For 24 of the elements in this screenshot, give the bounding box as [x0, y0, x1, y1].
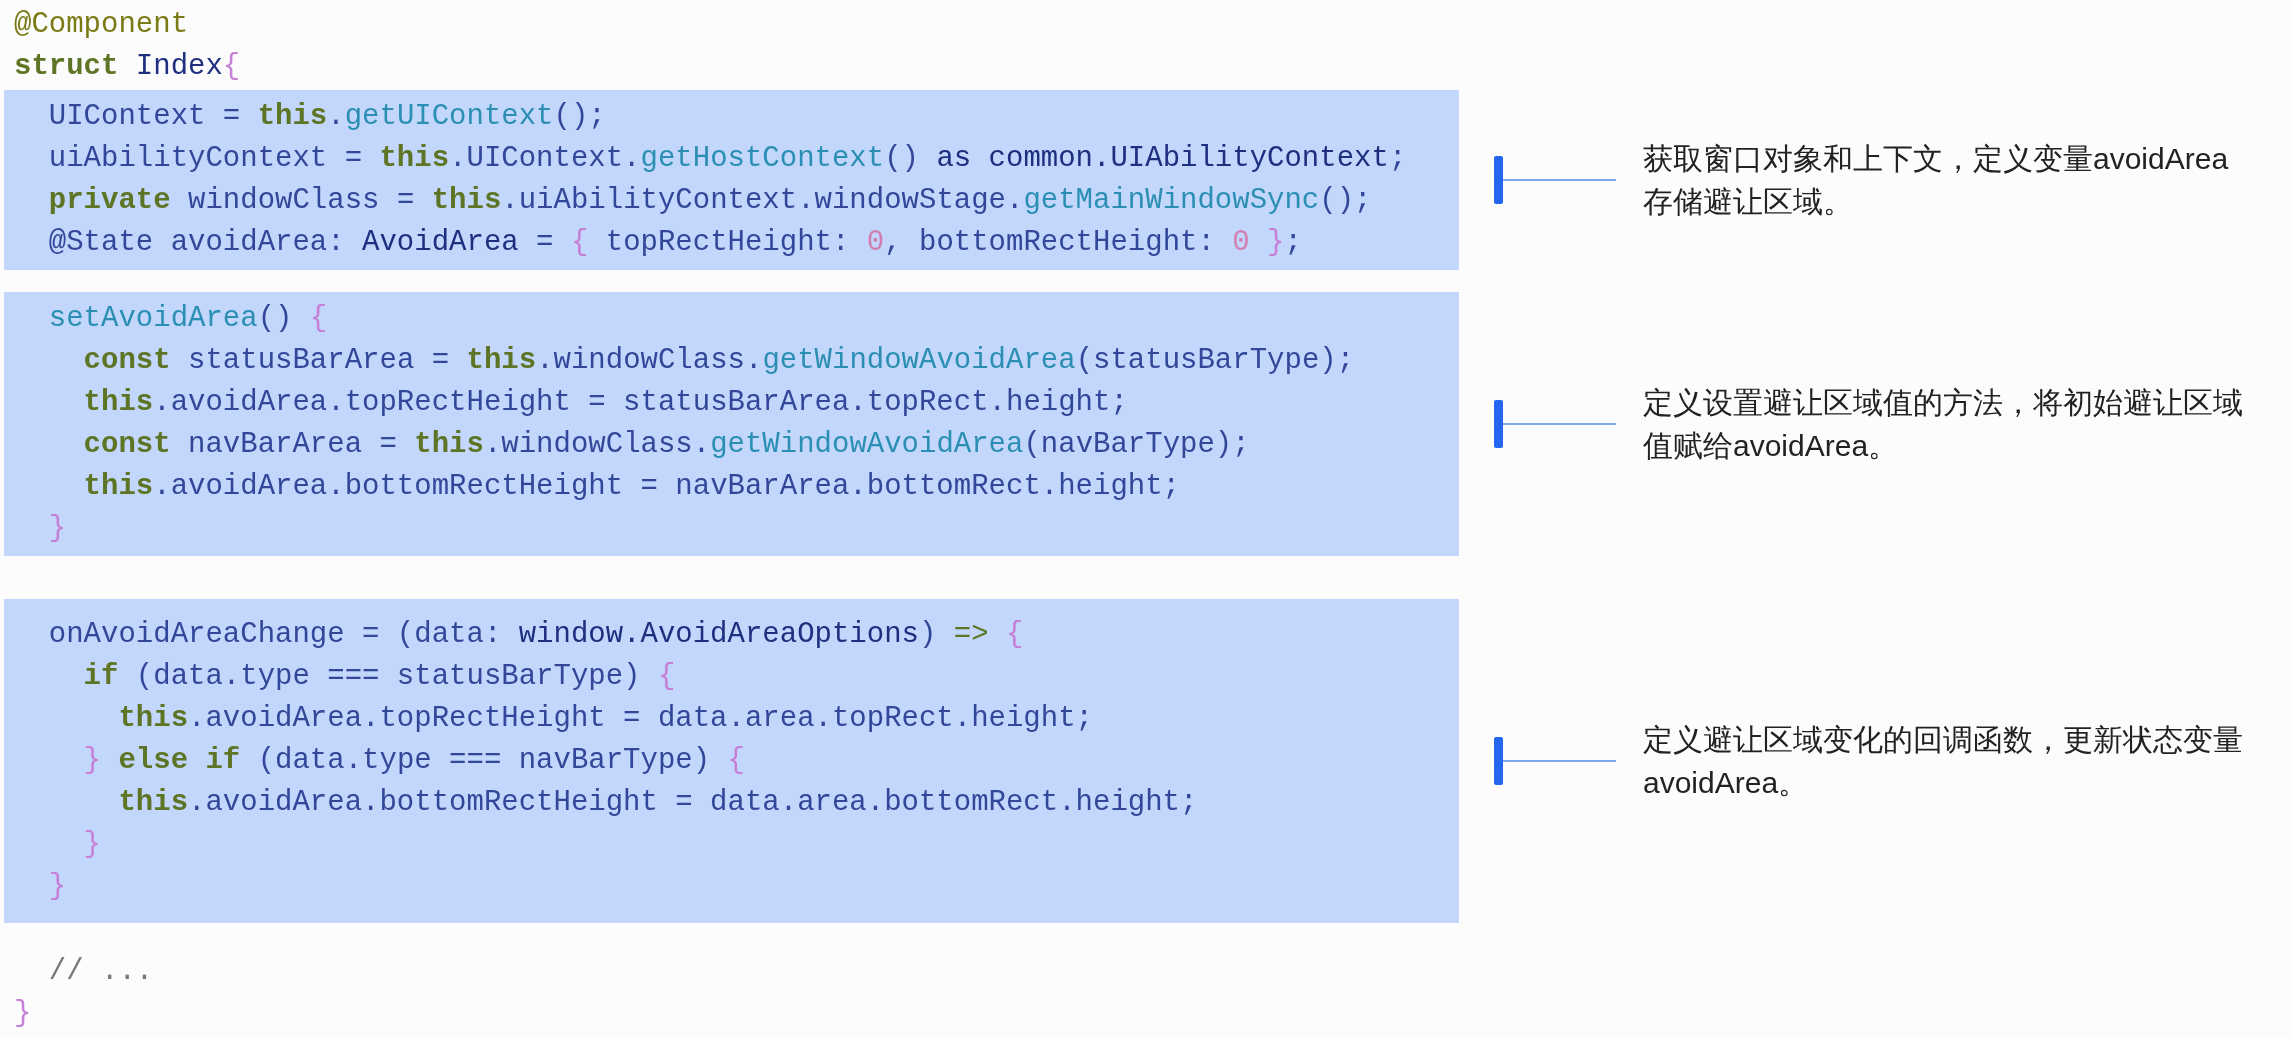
- code-line: }: [47, 511, 67, 547]
- code-line: }: [14, 996, 32, 1032]
- code-line: this.avoidArea.bottomRectHeight = data.area.bottomRect.height;: [117, 785, 1198, 821]
- code-line: } else if (data.type === navBarType) {: [82, 743, 745, 779]
- code-line: this.avoidArea.topRectHeight = data.area.topRect.height;: [117, 701, 1093, 737]
- code-line: private windowClass = this.uiAbilityContext.windowStage.getMainWindowSync();: [47, 183, 1372, 219]
- code-line: if (data.type === statusBarType) {: [82, 659, 676, 695]
- code-line: const statusBarArea = this.windowClass.getWindowAvoidArea(statusBarType);: [82, 343, 1355, 379]
- code-line: }: [47, 869, 67, 905]
- annotation-text: 定义避让区域变化的回调函数，更新状态变量avoidArea。: [1643, 722, 2244, 801]
- code-line: uiAbilityContext = this.UIContext.getHostContext() as common.UIAbilityContext;: [47, 141, 1407, 177]
- code-line: this.avoidArea.topRectHeight = statusBarArea.topRect.height;: [82, 385, 1128, 421]
- code-line: UIContext = this.getUIContext();: [47, 99, 606, 135]
- code-line: setAvoidArea() {: [47, 301, 328, 337]
- code-line: }: [82, 827, 101, 863]
- code-line: @Component: [14, 7, 189, 43]
- code-line: const navBarArea = this.windowClass.getWindowAvoidArea(navBarType);: [82, 427, 1250, 463]
- annotation-text: 定义设置避让区域值的方法，将初始避让区域值赋给avoidArea。: [1643, 385, 2244, 464]
- code-line: // ...: [47, 954, 154, 990]
- annotation-text: 获取窗口对象和上下文，定义变量avoidArea存储避让区域。: [1643, 141, 2230, 220]
- code-line: @State avoidArea: AvoidArea = { topRectHeight: 0, bottomRectHeight: 0 };: [47, 225, 1302, 261]
- code-line: this.avoidArea.bottomRectHeight = navBarArea.bottomRect.height;: [82, 469, 1180, 505]
- code-line: struct Index{: [14, 49, 241, 85]
- code-line: onAvoidAreaChange = (data: window.AvoidAreaOptions) => {: [47, 617, 1024, 653]
